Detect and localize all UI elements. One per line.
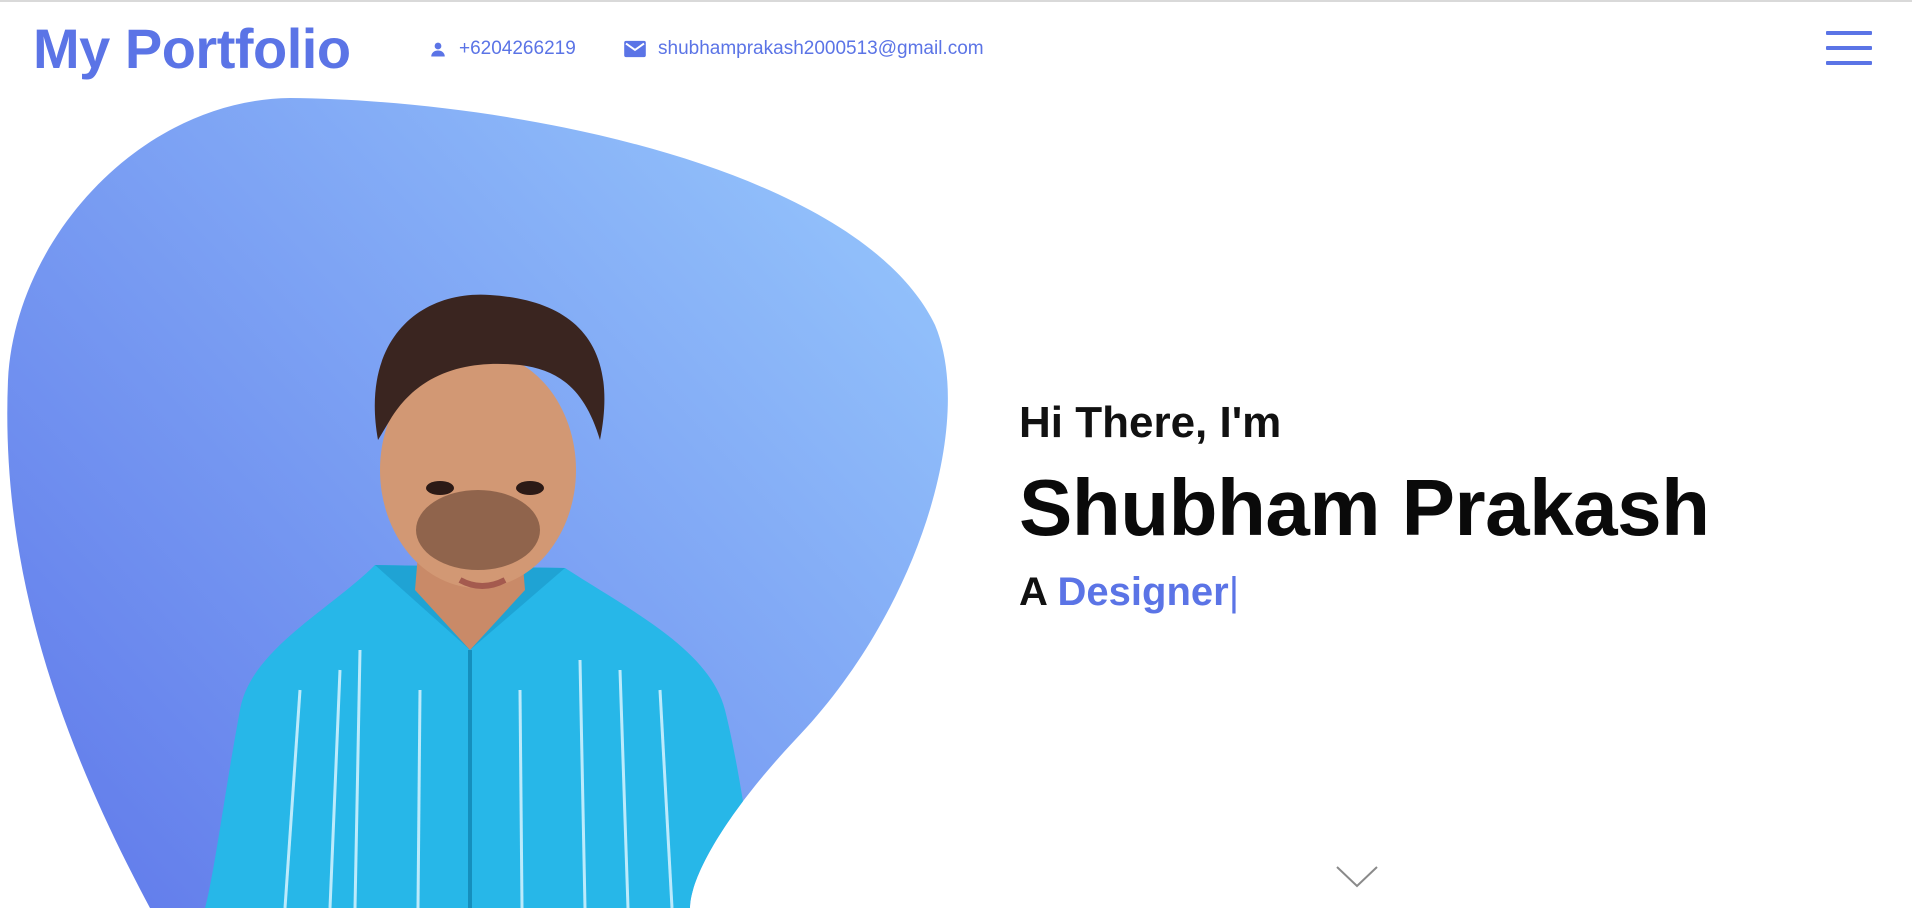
role-prefix: A [1019, 570, 1047, 614]
site-header: My Portfolio +6204266219 shubhamprakash2… [0, 2, 1912, 94]
site-logo[interactable]: My Portfolio [33, 16, 351, 81]
phone-number: +6204266219 [459, 38, 576, 59]
role-line: A Designer| [1019, 570, 1710, 615]
menu-bar [1826, 46, 1872, 50]
hamburger-icon[interactable] [1826, 31, 1872, 67]
role-typed: Designer [1057, 570, 1229, 614]
phone-contact[interactable]: +6204266219 [429, 38, 576, 60]
hero-blob [7, 98, 948, 908]
email-contact[interactable]: shubhamprakash2000513@gmail.com [624, 38, 984, 60]
person-icon [431, 42, 445, 57]
typing-cursor: | [1228, 570, 1240, 614]
email-address: shubhamprakash2000513@gmail.com [658, 38, 984, 59]
hero-text: Hi There, I'm Shubham Prakash A Designer… [1019, 398, 1710, 615]
menu-bar [1826, 61, 1872, 65]
mail-icon [624, 40, 646, 58]
chevron-down-icon[interactable] [1335, 864, 1379, 890]
hero-name: Shubham Prakash [1019, 463, 1710, 552]
greeting: Hi There, I'm [1019, 398, 1282, 447]
menu-bar [1826, 31, 1872, 35]
